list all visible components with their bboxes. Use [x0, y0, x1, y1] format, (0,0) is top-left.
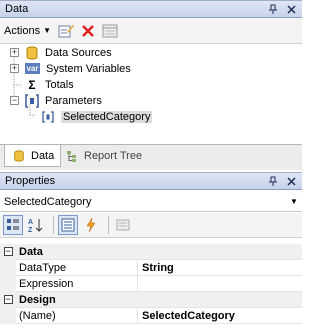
tree-item-parameters[interactable]: − Parameters — [0, 92, 102, 109]
close-icon[interactable] — [284, 174, 298, 188]
property-row[interactable]: Expression — [0, 275, 302, 292]
tree-item-data-sources[interactable]: + Data Sources — [0, 44, 112, 61]
property-value[interactable]: SelectedCategory — [138, 308, 302, 324]
tree-item-selected-category[interactable]: SelectedCategory — [0, 108, 153, 125]
category-margin: − — [0, 243, 16, 260]
tree-item-system-variables[interactable]: + var System Variables — [0, 60, 131, 77]
tree-item-label: Totals — [45, 78, 74, 91]
tab-label: Report Tree — [84, 150, 143, 162]
chevron-down-icon: ▼ — [43, 26, 51, 35]
tree-item-label: SelectedCategory — [61, 110, 153, 123]
tree-item-totals[interactable]: Σ Totals — [0, 76, 74, 93]
properties-toolbar: AZ — [0, 213, 302, 238]
object-selector-value: SelectedCategory — [4, 195, 92, 208]
pin-icon[interactable] — [266, 2, 280, 16]
category-name: Data — [19, 245, 43, 258]
category-name: Design — [19, 293, 56, 306]
data-tree: + Data Sources + var System Variables Σ … — [0, 44, 302, 144]
property-value[interactable]: String — [138, 260, 302, 276]
category-margin: − — [0, 291, 16, 308]
tab-label: Data — [31, 149, 55, 162]
tree-item-label: System Variables — [46, 62, 131, 75]
row-margin — [0, 259, 16, 276]
property-name: Expression — [16, 275, 138, 292]
alphabetical-sort-button[interactable]: AZ — [26, 215, 46, 235]
property-value[interactable] — [138, 276, 302, 292]
parameter-item-icon — [40, 110, 56, 124]
row-margin — [0, 307, 16, 324]
pin-icon[interactable] — [266, 174, 280, 188]
svg-text:Z: Z — [28, 227, 33, 233]
property-name: (Name) — [16, 307, 138, 324]
delete-icon[interactable] — [79, 22, 97, 40]
property-name: DataType — [16, 259, 138, 276]
categorized-view-button[interactable] — [3, 215, 23, 235]
toolbar-separator — [108, 216, 109, 234]
database-icon — [24, 46, 40, 60]
events-lightning-icon[interactable] — [81, 215, 101, 235]
properties-panel-header: Properties — [0, 172, 302, 190]
tree-item-label: Parameters — [45, 94, 102, 107]
svg-text:A: A — [28, 219, 33, 226]
data-toolbar: Actions ▼ — [0, 18, 302, 44]
tab-report-tree[interactable]: Report Tree — [58, 145, 148, 167]
properties-panel-title: Properties — [5, 175, 56, 187]
actions-menu[interactable]: Actions ▼ — [4, 25, 51, 37]
property-row[interactable]: (Name) SelectedCategory — [0, 307, 302, 324]
category-row-data[interactable]: − Data — [0, 243, 302, 260]
collapse-icon[interactable]: − — [10, 96, 19, 105]
data-panel-title: Data — [5, 3, 29, 15]
properties-view-button[interactable] — [58, 215, 78, 235]
close-icon[interactable] — [284, 2, 298, 16]
toolbar-separator — [53, 216, 54, 234]
edit-icon[interactable] — [57, 22, 75, 40]
collapse-icon[interactable]: − — [3, 295, 13, 304]
object-selector[interactable]: SelectedCategory ▼ — [0, 192, 302, 212]
system-variables-icon-text: var — [25, 63, 40, 74]
data-panel-header: Data — [0, 0, 302, 18]
expand-icon[interactable]: + — [10, 48, 19, 57]
data-panel-tabs: Data Report Tree — [0, 144, 302, 170]
database-icon — [11, 149, 27, 163]
view-icon[interactable] — [101, 22, 119, 40]
actions-label: Actions — [4, 24, 41, 37]
expand-icon[interactable]: + — [10, 64, 19, 73]
collapse-icon[interactable]: − — [3, 247, 13, 256]
row-margin — [0, 275, 16, 292]
tab-data[interactable]: Data — [4, 145, 62, 167]
property-pages-button[interactable] — [113, 215, 133, 235]
tree-item-label: Data Sources — [45, 46, 112, 59]
report-tree-icon — [64, 149, 80, 163]
parameters-icon — [24, 93, 40, 108]
sigma-icon: Σ — [28, 77, 36, 92]
property-grid: − Data DataType String Expression − Desi… — [0, 243, 302, 324]
property-row[interactable]: DataType String — [0, 259, 302, 276]
system-variables-icon: var — [24, 62, 41, 76]
category-row-design[interactable]: − Design — [0, 291, 302, 308]
chevron-down-icon[interactable]: ▼ — [286, 197, 302, 206]
